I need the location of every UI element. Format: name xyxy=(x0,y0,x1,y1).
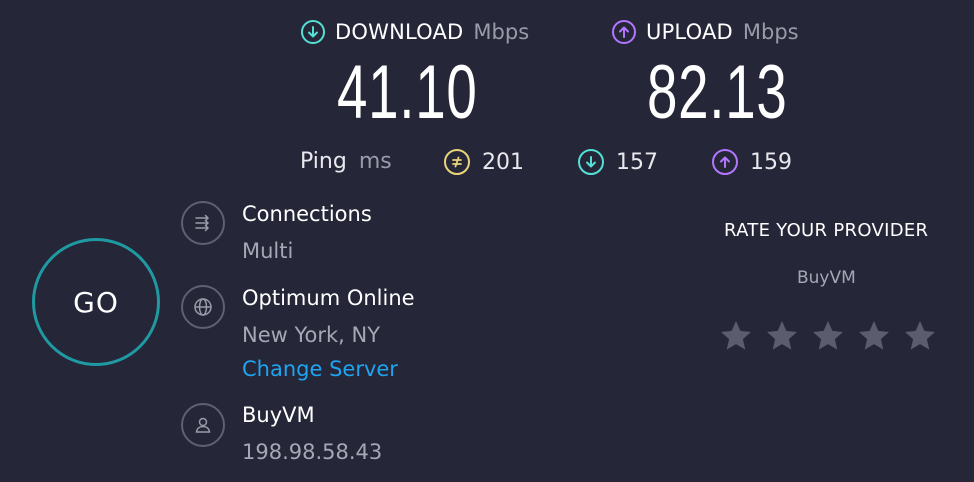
connections-icon xyxy=(181,201,225,245)
ping-jitter: 201 xyxy=(444,149,524,175)
download-unit: Mbps xyxy=(473,20,530,44)
upload-arrow-icon xyxy=(712,149,738,175)
user-icon xyxy=(181,403,225,447)
star-icon[interactable] xyxy=(764,318,800,354)
go-button[interactable]: GO xyxy=(32,238,160,366)
rate-provider-name: BuyVM xyxy=(797,268,856,288)
download-arrow-icon xyxy=(578,149,604,175)
ping-upload-value: 159 xyxy=(750,149,792,175)
star-icon[interactable] xyxy=(856,318,892,354)
server-location: New York, NY xyxy=(242,323,381,347)
download-header: DOWNLOAD Mbps xyxy=(301,20,529,44)
star-icon[interactable] xyxy=(902,318,938,354)
rate-provider-title: RATE YOUR PROVIDER xyxy=(724,220,929,241)
host-ip: 198.98.58.43 xyxy=(242,440,383,464)
jitter-value: 201 xyxy=(482,149,524,175)
upload-arrow-icon xyxy=(612,20,636,44)
download-value: 41.10 xyxy=(337,50,478,135)
connections-title: Connections xyxy=(242,202,372,226)
upload-unit: Mbps xyxy=(742,20,799,44)
ping-upload: 159 xyxy=(712,149,792,175)
ping-unit: ms xyxy=(358,149,392,174)
server-name: Optimum Online xyxy=(242,286,415,310)
jitter-icon xyxy=(444,149,470,175)
connections-value[interactable]: Multi xyxy=(242,239,293,263)
ping-download-value: 157 xyxy=(616,149,658,175)
upload-value: 82.13 xyxy=(647,50,788,135)
upload-label: UPLOAD xyxy=(646,20,733,44)
download-arrow-icon xyxy=(301,20,325,44)
globe-icon xyxy=(181,285,225,329)
star-icon[interactable] xyxy=(718,318,754,354)
upload-header: UPLOAD Mbps xyxy=(612,20,799,44)
star-icon[interactable] xyxy=(810,318,846,354)
host-name: BuyVM xyxy=(242,403,315,427)
ping-label: Ping xyxy=(300,149,347,174)
ping-row: Ping ms xyxy=(300,149,392,174)
ping-download: 157 xyxy=(578,149,658,175)
download-label: DOWNLOAD xyxy=(335,20,464,44)
change-server-link[interactable]: Change Server xyxy=(242,357,398,381)
star-rating xyxy=(718,318,938,354)
